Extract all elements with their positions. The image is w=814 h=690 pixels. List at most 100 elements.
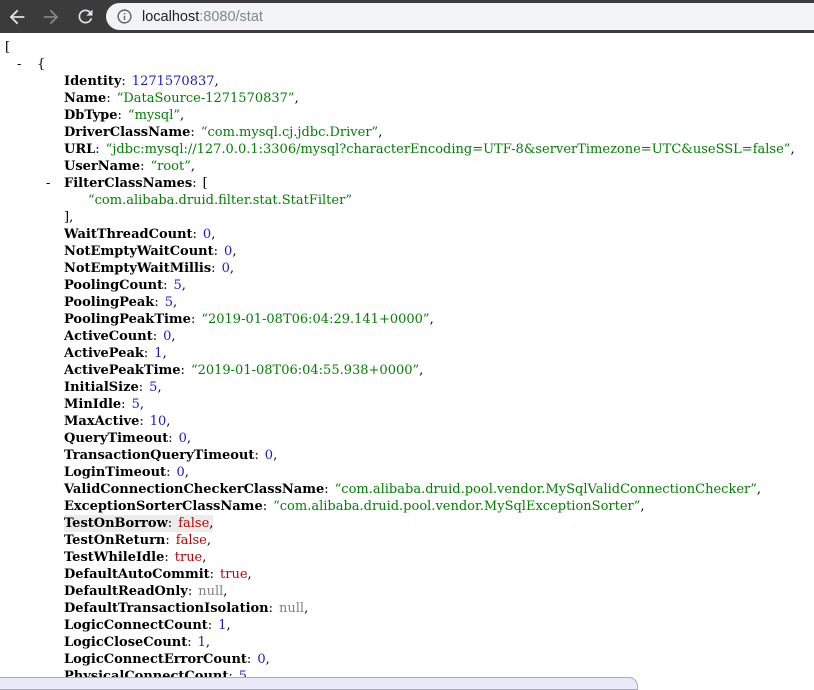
- json-value-string: “com.alibaba.druid.pool.vendor.MySqlExce…: [273, 499, 640, 514]
- json-value-string: “com.alibaba.druid.pool.vendor.MySqlVali…: [335, 482, 757, 497]
- json-key: DefaultTransactionIsolation: [64, 601, 269, 616]
- json-line: PoolingCount:5,: [0, 277, 814, 294]
- json-punct: [: [5, 40, 10, 55]
- json-key: Identity: [64, 74, 121, 89]
- reload-button[interactable]: [68, 3, 102, 31]
- json-key: URL: [64, 142, 95, 157]
- json-line: QueryTimeout:0,: [0, 430, 814, 447]
- json-comma: ,: [230, 261, 234, 276]
- json-key: LogicConnectCount: [64, 618, 208, 633]
- json-value-number: 0: [176, 465, 184, 480]
- json-comma: ,: [207, 533, 211, 548]
- json-line-content: MinIdle:5,: [64, 396, 144, 413]
- json-line-content: FilterClassNames:[: [64, 175, 208, 192]
- json-comma: ,: [191, 159, 195, 174]
- json-line-content: ActiveCount:0,: [64, 328, 176, 345]
- json-line: LogicCloseCount:1,: [0, 634, 814, 651]
- json-comma: ,: [640, 499, 644, 514]
- json-colon: :: [121, 397, 125, 412]
- json-value-boolean: true: [175, 550, 203, 565]
- status-bubble: [0, 677, 638, 690]
- json-comma: ,: [202, 550, 206, 565]
- json-line: ActivePeak:1,: [0, 345, 814, 362]
- json-comma: ,: [295, 91, 299, 106]
- json-colon: :: [208, 618, 212, 633]
- json-key: ActiveCount: [64, 329, 153, 344]
- json-comma: ,: [378, 125, 382, 140]
- json-colon: :: [192, 176, 196, 191]
- json-key: TestOnBorrow: [64, 516, 168, 531]
- json-colon: :: [153, 329, 157, 344]
- json-key: TransactionQueryTimeout: [64, 448, 254, 463]
- json-key: UserName: [64, 159, 140, 174]
- json-punct: ],: [64, 210, 73, 225]
- address-bar[interactable]: localhost:8080/stat: [106, 3, 814, 30]
- json-colon: :: [121, 74, 125, 89]
- json-value-boolean: true: [220, 567, 248, 582]
- json-line: DefaultTransactionIsolation:null,: [0, 600, 814, 617]
- json-line: “com.alibaba.druid.filter.stat.StatFilte…: [0, 192, 814, 209]
- json-key: LogicCloseCount: [64, 635, 187, 650]
- collapse-toggle[interactable]: -: [17, 56, 37, 73]
- json-line: ],: [0, 209, 814, 226]
- json-line: -FilterClassNames:[: [0, 175, 814, 192]
- json-colon: :: [164, 550, 168, 565]
- json-line: NotEmptyWaitCount:0,: [0, 243, 814, 260]
- json-line: TestOnBorrow:false,: [0, 515, 814, 532]
- json-value-boolean: false: [176, 533, 207, 548]
- json-comma: ,: [223, 584, 227, 599]
- json-comma: ,: [166, 414, 170, 429]
- json-line-content: [: [5, 39, 10, 56]
- json-colon: :: [139, 380, 143, 395]
- json-line: DbType:“mysql”,: [0, 107, 814, 124]
- json-line: TestOnReturn:false,: [0, 532, 814, 549]
- json-value-string: “com.alibaba.druid.filter.stat.StatFilte…: [88, 193, 352, 208]
- json-line-content: “com.alibaba.druid.filter.stat.StatFilte…: [88, 192, 352, 209]
- json-colon: :: [211, 261, 215, 276]
- json-comma: ,: [273, 448, 277, 463]
- json-colon: :: [154, 295, 158, 310]
- json-value-string: “2019-01-08T06:04:55.938+0000”: [191, 363, 419, 378]
- url-path: :8080/stat: [199, 9, 263, 25]
- json-line-content: InitialSize:5,: [64, 379, 162, 396]
- info-icon[interactable]: [116, 8, 133, 25]
- json-colon: :: [140, 159, 144, 174]
- json-colon: :: [144, 346, 148, 361]
- json-value-string: “DataSource-1271570837”: [117, 91, 295, 106]
- json-colon: :: [191, 312, 195, 327]
- json-line-content: LoginTimeout:0,: [64, 464, 189, 481]
- json-key: NotEmptyWaitMillis: [64, 261, 211, 276]
- json-line-content: PoolingCount:5,: [64, 277, 186, 294]
- json-comma: ,: [180, 108, 184, 123]
- json-key: PoolingPeak: [64, 295, 154, 310]
- json-key: Name: [64, 91, 106, 106]
- json-line-content: DefaultTransactionIsolation:null,: [64, 600, 308, 617]
- json-key: DbType: [64, 108, 118, 123]
- json-line-content: URL:“jdbc:mysql://127.0.0.1:3306/mysql?c…: [64, 141, 795, 158]
- json-punct: {: [37, 57, 45, 72]
- collapse-toggle[interactable]: -: [46, 175, 64, 192]
- json-comma: ,: [790, 142, 794, 157]
- json-value-string: “mysql”: [128, 108, 180, 123]
- json-value-boolean: false: [178, 516, 209, 531]
- json-line: [: [0, 39, 814, 56]
- json-line: Identity:1271570837,: [0, 73, 814, 90]
- json-comma: ,: [215, 74, 219, 89]
- json-value-number: 0: [222, 261, 230, 276]
- json-key: InitialSize: [64, 380, 139, 395]
- json-line-content: ActivePeakTime:“2019-01-08T06:04:55.938+…: [64, 362, 423, 379]
- json-comma: ,: [187, 431, 191, 446]
- back-button[interactable]: [0, 3, 34, 31]
- url-host: localhost: [142, 9, 199, 25]
- forward-button[interactable]: [34, 3, 68, 31]
- json-value-number: 1: [154, 346, 162, 361]
- json-line-content: PoolingPeakTime:“2019-01-08T06:04:29.141…: [64, 311, 434, 328]
- json-line-content: ActivePeak:1,: [64, 345, 167, 362]
- json-comma: ,: [206, 635, 210, 650]
- json-line-content: WaitThreadCount:0,: [64, 226, 215, 243]
- json-colon: :: [168, 516, 172, 531]
- json-value-number: 5: [174, 278, 182, 293]
- json-line: Name:“DataSource-1271570837”,: [0, 90, 814, 107]
- json-line-content: ExceptionSorterClassName:“com.alibaba.dr…: [64, 498, 645, 515]
- json-line: DefaultReadOnly:null,: [0, 583, 814, 600]
